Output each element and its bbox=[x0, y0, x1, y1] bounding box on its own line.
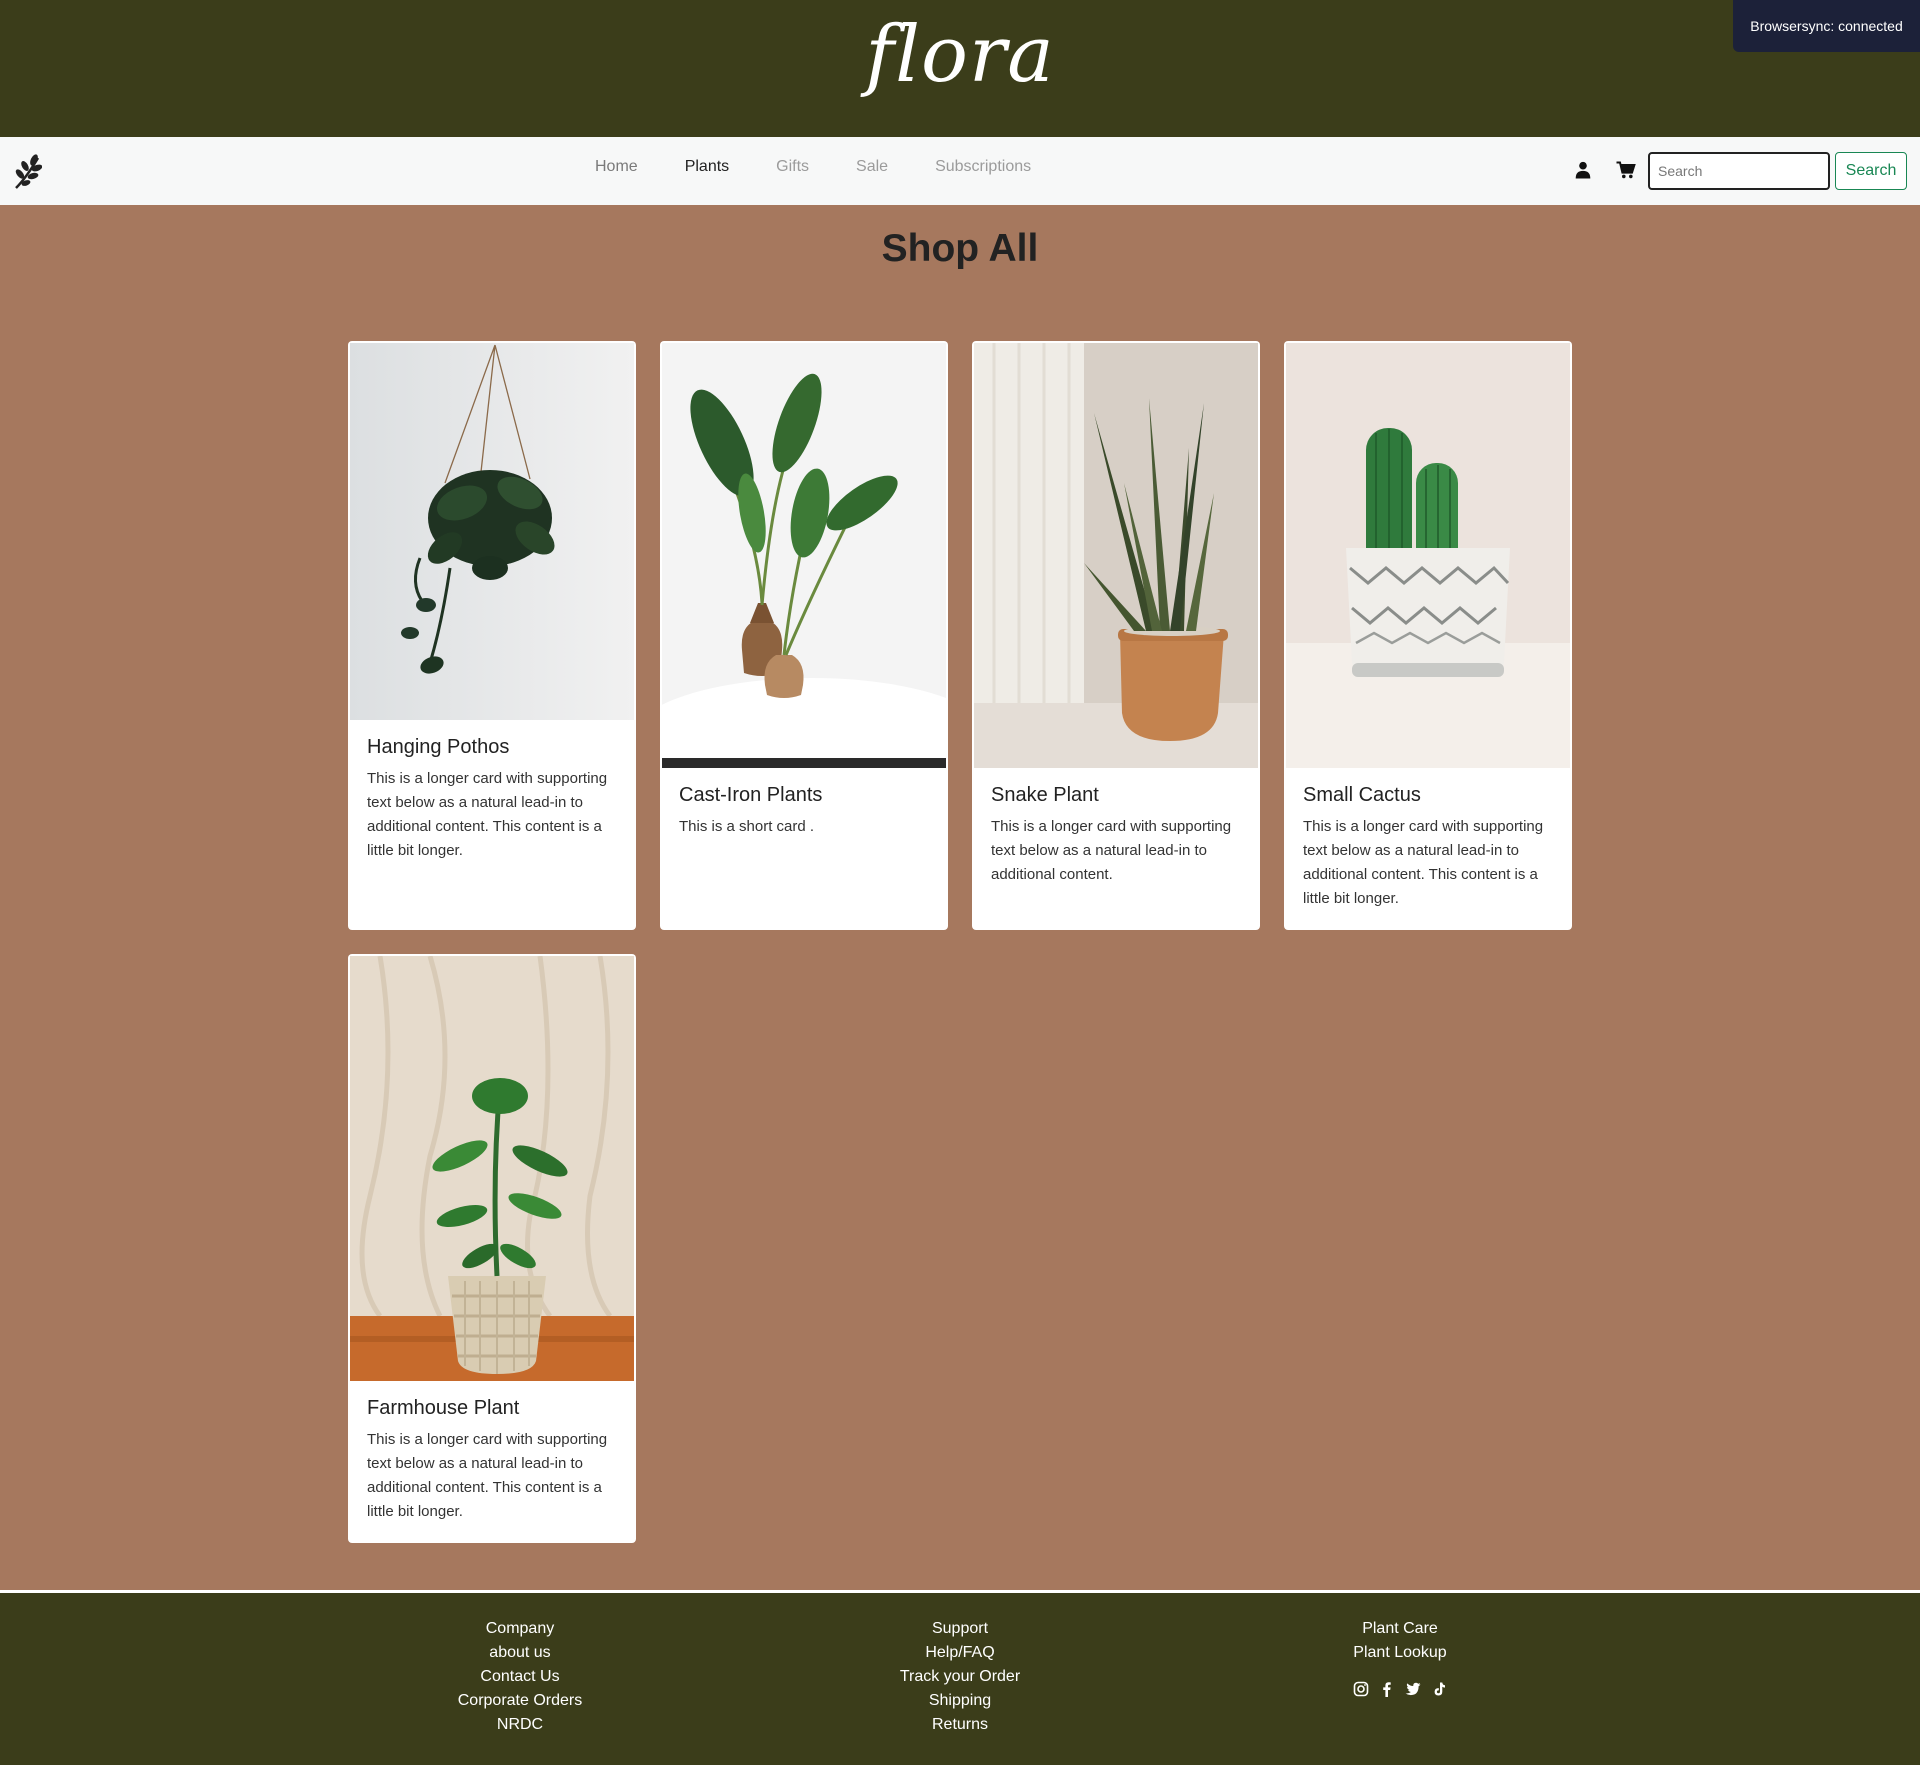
footer-link-help-faq[interactable]: Help/FAQ bbox=[840, 1641, 1080, 1665]
product-description: This is a longer card with supporting te… bbox=[991, 818, 1232, 883]
user-icon[interactable] bbox=[1574, 161, 1592, 179]
product-image-snake-plant bbox=[974, 343, 1258, 768]
nav-links: Home Plants Gifts Sale Subscriptions bbox=[595, 158, 1078, 176]
product-description: This is a longer card with supporting te… bbox=[1303, 818, 1544, 907]
navbar: Home Plants Gifts Sale Subscriptions Sea… bbox=[0, 137, 1920, 205]
footer-column-company: Company about us Contact Us Corporate Or… bbox=[400, 1617, 640, 1737]
product-image-small-cactus bbox=[1286, 343, 1570, 768]
product-image-cast-iron-plants bbox=[662, 343, 946, 768]
nav-link-gifts[interactable]: Gifts bbox=[776, 158, 809, 176]
product-title: Small Cactus bbox=[1303, 784, 1421, 806]
page-title: Shop All bbox=[881, 227, 1039, 270]
footer-link-contact-us[interactable]: Contact Us bbox=[400, 1665, 640, 1689]
product-image-hanging-pothos bbox=[350, 343, 634, 720]
footer-column-support: Support Help/FAQ Track your Order Shippi… bbox=[840, 1617, 1080, 1737]
product-title: Farmhouse Plant bbox=[367, 1397, 520, 1419]
social-links bbox=[1280, 1681, 1520, 1697]
nav-link-plants[interactable]: Plants bbox=[685, 158, 729, 176]
footer-column-plant-care: Plant Care Plant Lookup bbox=[1280, 1617, 1520, 1697]
product-title: Cast-Iron Plants bbox=[679, 784, 823, 806]
product-description: This is a short card . bbox=[679, 818, 815, 835]
footer-heading-support[interactable]: Support bbox=[840, 1617, 1080, 1641]
facebook-icon[interactable] bbox=[1379, 1681, 1395, 1697]
product-description: This is a longer card with supporting te… bbox=[367, 1431, 608, 1520]
browsersync-notification: Browsersync: connected bbox=[1733, 0, 1920, 52]
footer-link-returns[interactable]: Returns bbox=[840, 1713, 1080, 1737]
cart-icon[interactable] bbox=[1616, 161, 1636, 179]
product-card-cast-iron-plants[interactable]: Cast-Iron Plants This is a short card . bbox=[660, 341, 948, 930]
product-title: Snake Plant bbox=[991, 784, 1099, 806]
product-card-hanging-pothos[interactable]: Hanging Pothos This is a longer card wit… bbox=[348, 341, 636, 930]
footer-link-nrdc[interactable]: NRDC bbox=[400, 1713, 640, 1737]
leaf-branch-icon[interactable] bbox=[12, 152, 42, 190]
tiktok-icon[interactable] bbox=[1431, 1681, 1447, 1697]
footer-heading-plant-care[interactable]: Plant Care bbox=[1280, 1617, 1520, 1641]
product-description: This is a longer card with supporting te… bbox=[367, 770, 608, 859]
twitter-icon[interactable] bbox=[1405, 1681, 1421, 1697]
footer-link-shipping[interactable]: Shipping bbox=[840, 1689, 1080, 1713]
footer-heading-company[interactable]: Company bbox=[400, 1617, 640, 1641]
product-card-farmhouse-plant[interactable]: Farmhouse Plant This is a longer card wi… bbox=[348, 954, 636, 1543]
search-button[interactable]: Search bbox=[1835, 152, 1907, 190]
site-header: flora bbox=[0, 0, 1920, 137]
product-image-farmhouse-plant bbox=[350, 956, 634, 1381]
site-logo[interactable]: flora bbox=[0, 10, 1920, 100]
product-title: Hanging Pothos bbox=[367, 736, 510, 758]
product-card-small-cactus[interactable]: Small Cactus This is a longer card with … bbox=[1284, 341, 1572, 930]
instagram-icon[interactable] bbox=[1353, 1681, 1369, 1697]
footer-link-about-us[interactable]: about us bbox=[400, 1641, 640, 1665]
site-footer: Company about us Contact Us Corporate Or… bbox=[0, 1590, 1920, 1765]
nav-link-sale[interactable]: Sale bbox=[856, 158, 888, 176]
footer-link-track-order[interactable]: Track your Order bbox=[840, 1665, 1080, 1689]
footer-link-corporate-orders[interactable]: Corporate Orders bbox=[400, 1689, 640, 1713]
nav-link-subscriptions[interactable]: Subscriptions bbox=[935, 158, 1031, 176]
nav-link-home[interactable]: Home bbox=[595, 158, 638, 176]
search-input[interactable] bbox=[1648, 152, 1830, 190]
product-card-snake-plant[interactable]: Snake Plant This is a longer card with s… bbox=[972, 341, 1260, 930]
footer-link-plant-lookup[interactable]: Plant Lookup bbox=[1280, 1641, 1520, 1665]
